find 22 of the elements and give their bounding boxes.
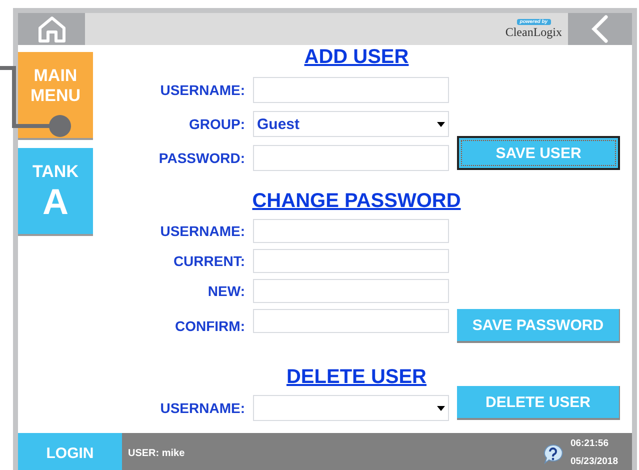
clock-date: 05/23/2018 bbox=[570, 456, 618, 467]
save-user-button[interactable]: SAVE USER bbox=[457, 136, 620, 170]
clock-time: 06:21:56 bbox=[570, 438, 610, 450]
field-label: NEW: bbox=[208, 283, 245, 299]
field-label: CURRENT: bbox=[173, 253, 245, 269]
section-heading: ADD USER bbox=[304, 45, 409, 69]
save-password-button[interactable]: SAVE PASSWORD bbox=[457, 309, 620, 343]
field-label: PASSWORD: bbox=[158, 150, 245, 166]
section-heading: CHANGE PASSWORD bbox=[252, 189, 461, 213]
section-heading: DELETE USER bbox=[286, 365, 427, 389]
field-label: USERNAME: bbox=[160, 400, 245, 416]
logo-text: CleanLogix bbox=[505, 24, 562, 40]
field-label: USERNAME: bbox=[160, 223, 245, 239]
tank-button[interactable]: TANK A bbox=[18, 148, 93, 236]
dropdown-field[interactable]: Guest bbox=[253, 111, 449, 137]
field-label: GROUP: bbox=[189, 116, 245, 132]
field-label: USERNAME: bbox=[160, 82, 245, 98]
field-label: CONFIRM: bbox=[175, 318, 245, 334]
delete-user-button[interactable]: DELETE USER bbox=[457, 386, 620, 420]
login-button[interactable]: LOGIN bbox=[18, 433, 122, 470]
main-menu-button[interactable]: MAIN MENU bbox=[18, 52, 93, 140]
current-user: USER: mike bbox=[128, 448, 185, 459]
